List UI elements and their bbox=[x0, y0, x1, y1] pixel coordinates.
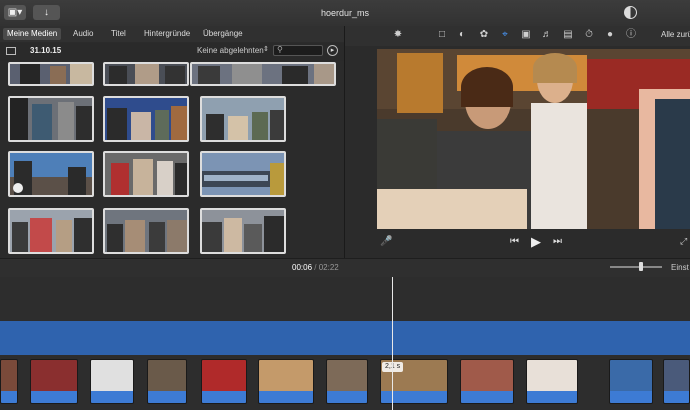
reset-all-button[interactable]: Alle zurü bbox=[661, 30, 690, 39]
video-viewer[interactable] bbox=[377, 49, 690, 229]
zoom-slider-knob[interactable] bbox=[639, 262, 643, 271]
half-circle-icon[interactable] bbox=[624, 6, 637, 19]
color-balance-icon[interactable]: ◐ bbox=[456, 29, 468, 41]
browser-options-icon[interactable]: ▸ bbox=[327, 45, 338, 56]
timeline-clip[interactable] bbox=[147, 359, 187, 404]
media-thumbnail[interactable] bbox=[103, 62, 189, 86]
timeline-clip[interactable] bbox=[609, 359, 653, 404]
time-separator: / bbox=[314, 263, 317, 272]
media-thumbnail[interactable] bbox=[8, 96, 94, 142]
tab-audio[interactable]: Audio bbox=[69, 28, 97, 40]
tab-uebergaenge[interactable]: Übergänge bbox=[199, 28, 247, 40]
media-thumbnail[interactable] bbox=[103, 151, 189, 197]
media-thumbnail[interactable] bbox=[8, 62, 94, 86]
info-icon[interactable]: ⓘ bbox=[625, 29, 637, 41]
media-thumbnail[interactable] bbox=[103, 208, 189, 254]
color-palette-icon[interactable]: ✿ bbox=[478, 29, 490, 41]
media-thumbnail[interactable] bbox=[200, 96, 286, 142]
timeline-header bbox=[0, 258, 690, 278]
search-icon: ⚲ bbox=[277, 45, 283, 54]
timeline-clip[interactable] bbox=[258, 359, 314, 404]
media-thumbnail[interactable] bbox=[8, 208, 94, 254]
timeline-clip[interactable] bbox=[90, 359, 134, 404]
chevron-updown-icon: ⇕ bbox=[263, 46, 269, 53]
media-thumbnail[interactable] bbox=[200, 151, 286, 197]
crop-frame-icon[interactable]: □ bbox=[436, 29, 448, 41]
media-thumbnail[interactable] bbox=[103, 96, 189, 142]
equalizer-icon[interactable]: ▤ bbox=[562, 29, 574, 41]
timecode: 00:06 / 02:22 bbox=[292, 263, 339, 272]
event-date: 31.10.15 bbox=[30, 46, 62, 55]
current-time: 00:06 bbox=[292, 263, 313, 272]
filter-icon[interactable]: ● bbox=[604, 29, 616, 41]
timeline-clip[interactable] bbox=[460, 359, 514, 404]
magic-wand-icon[interactable]: ✸ bbox=[392, 29, 404, 41]
skip-back-icon[interactable]: ⏮ bbox=[510, 236, 519, 247]
media-thumbnail[interactable] bbox=[8, 151, 94, 197]
voiceover-mic-icon[interactable]: 🎤 bbox=[380, 236, 392, 247]
timeline-clip[interactable] bbox=[326, 359, 368, 404]
background-audio-track[interactable] bbox=[0, 321, 690, 355]
stabilization-icon[interactable]: ▣ bbox=[520, 29, 532, 41]
tab-hintergruende[interactable]: Hintergründe bbox=[140, 28, 194, 40]
zoom-slider[interactable] bbox=[610, 266, 662, 268]
timeline-clip[interactable] bbox=[201, 359, 247, 404]
panel-divider bbox=[344, 26, 345, 258]
filter-select[interactable]: Keine abgelehnten bbox=[197, 46, 264, 55]
fullscreen-icon[interactable]: ⤢ bbox=[680, 236, 687, 247]
timeline-clip[interactable] bbox=[663, 359, 690, 404]
crop-icon[interactable]: ⌖ bbox=[499, 29, 511, 41]
search-input[interactable]: ⚲ bbox=[273, 45, 323, 56]
project-title: hoerdur_ms bbox=[320, 8, 370, 18]
sidebar-toggle-icon[interactable] bbox=[6, 47, 16, 55]
media-thumbnail[interactable] bbox=[200, 208, 286, 254]
timeline-clip[interactable] bbox=[526, 359, 578, 404]
total-time: 02:22 bbox=[318, 263, 339, 272]
tab-titel[interactable]: Titel bbox=[107, 28, 130, 40]
timeline-clip[interactable] bbox=[0, 359, 18, 404]
timeline-settings-button[interactable]: Einst bbox=[671, 263, 689, 272]
tab-meine-medien[interactable]: Meine Medien bbox=[3, 28, 62, 40]
volume-icon[interactable]: ♬ bbox=[541, 29, 553, 41]
speed-icon[interactable]: ⏱ bbox=[583, 29, 595, 41]
playhead[interactable] bbox=[392, 277, 393, 410]
media-thumbnail[interactable] bbox=[190, 62, 336, 86]
timeline-clip[interactable] bbox=[30, 359, 78, 404]
skip-forward-icon[interactable]: ⏭ bbox=[553, 236, 562, 247]
play-icon[interactable]: ▶ bbox=[531, 234, 541, 250]
